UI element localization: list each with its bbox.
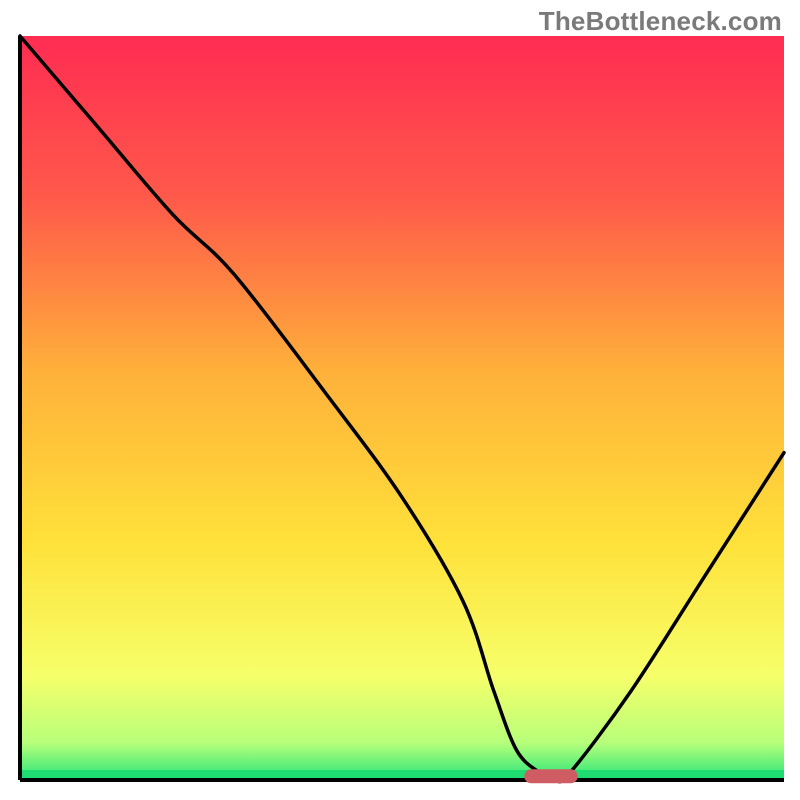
watermark-text: TheBottleneck.com <box>539 6 782 37</box>
plot-background <box>20 36 784 780</box>
bottleneck-chart <box>0 0 800 800</box>
optimum-marker <box>524 769 577 783</box>
